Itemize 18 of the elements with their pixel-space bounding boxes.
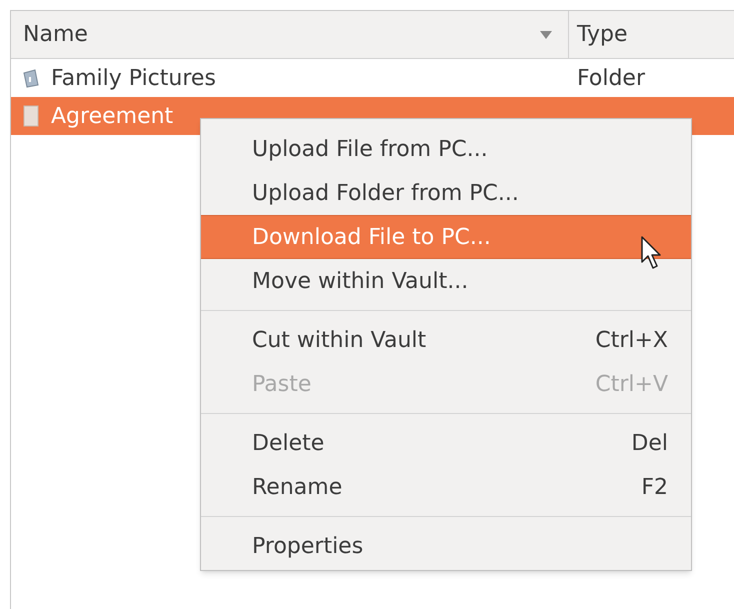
shortcut-label: Ctrl+X <box>595 326 668 354</box>
menu-item[interactable]: Properties <box>201 524 691 568</box>
menu-item[interactable]: Cut within Vault Ctrl+X <box>201 318 691 362</box>
shortcut-label: Del <box>631 430 668 458</box>
shortcut-label: F2 <box>641 474 668 502</box>
file-name: Agreement <box>51 102 174 130</box>
mouse-pointer-icon <box>641 236 663 270</box>
file-icon <box>21 105 41 127</box>
shortcut-label: Ctrl+V <box>595 370 668 398</box>
column-header[interactable]: Name <box>11 11 569 58</box>
menu-item[interactable]: Move within Vault... <box>201 259 691 303</box>
folder-icon <box>21 67 41 89</box>
file-type: Folder <box>577 66 645 90</box>
menu-item[interactable]: Delete Del <box>201 421 691 465</box>
menu-item[interactable]: Upload Folder from PC... <box>201 171 691 215</box>
menu-item[interactable]: Rename F2 <box>201 465 691 509</box>
file-name: Family Pictures <box>51 64 216 92</box>
column-header[interactable]: Type <box>569 11 734 58</box>
